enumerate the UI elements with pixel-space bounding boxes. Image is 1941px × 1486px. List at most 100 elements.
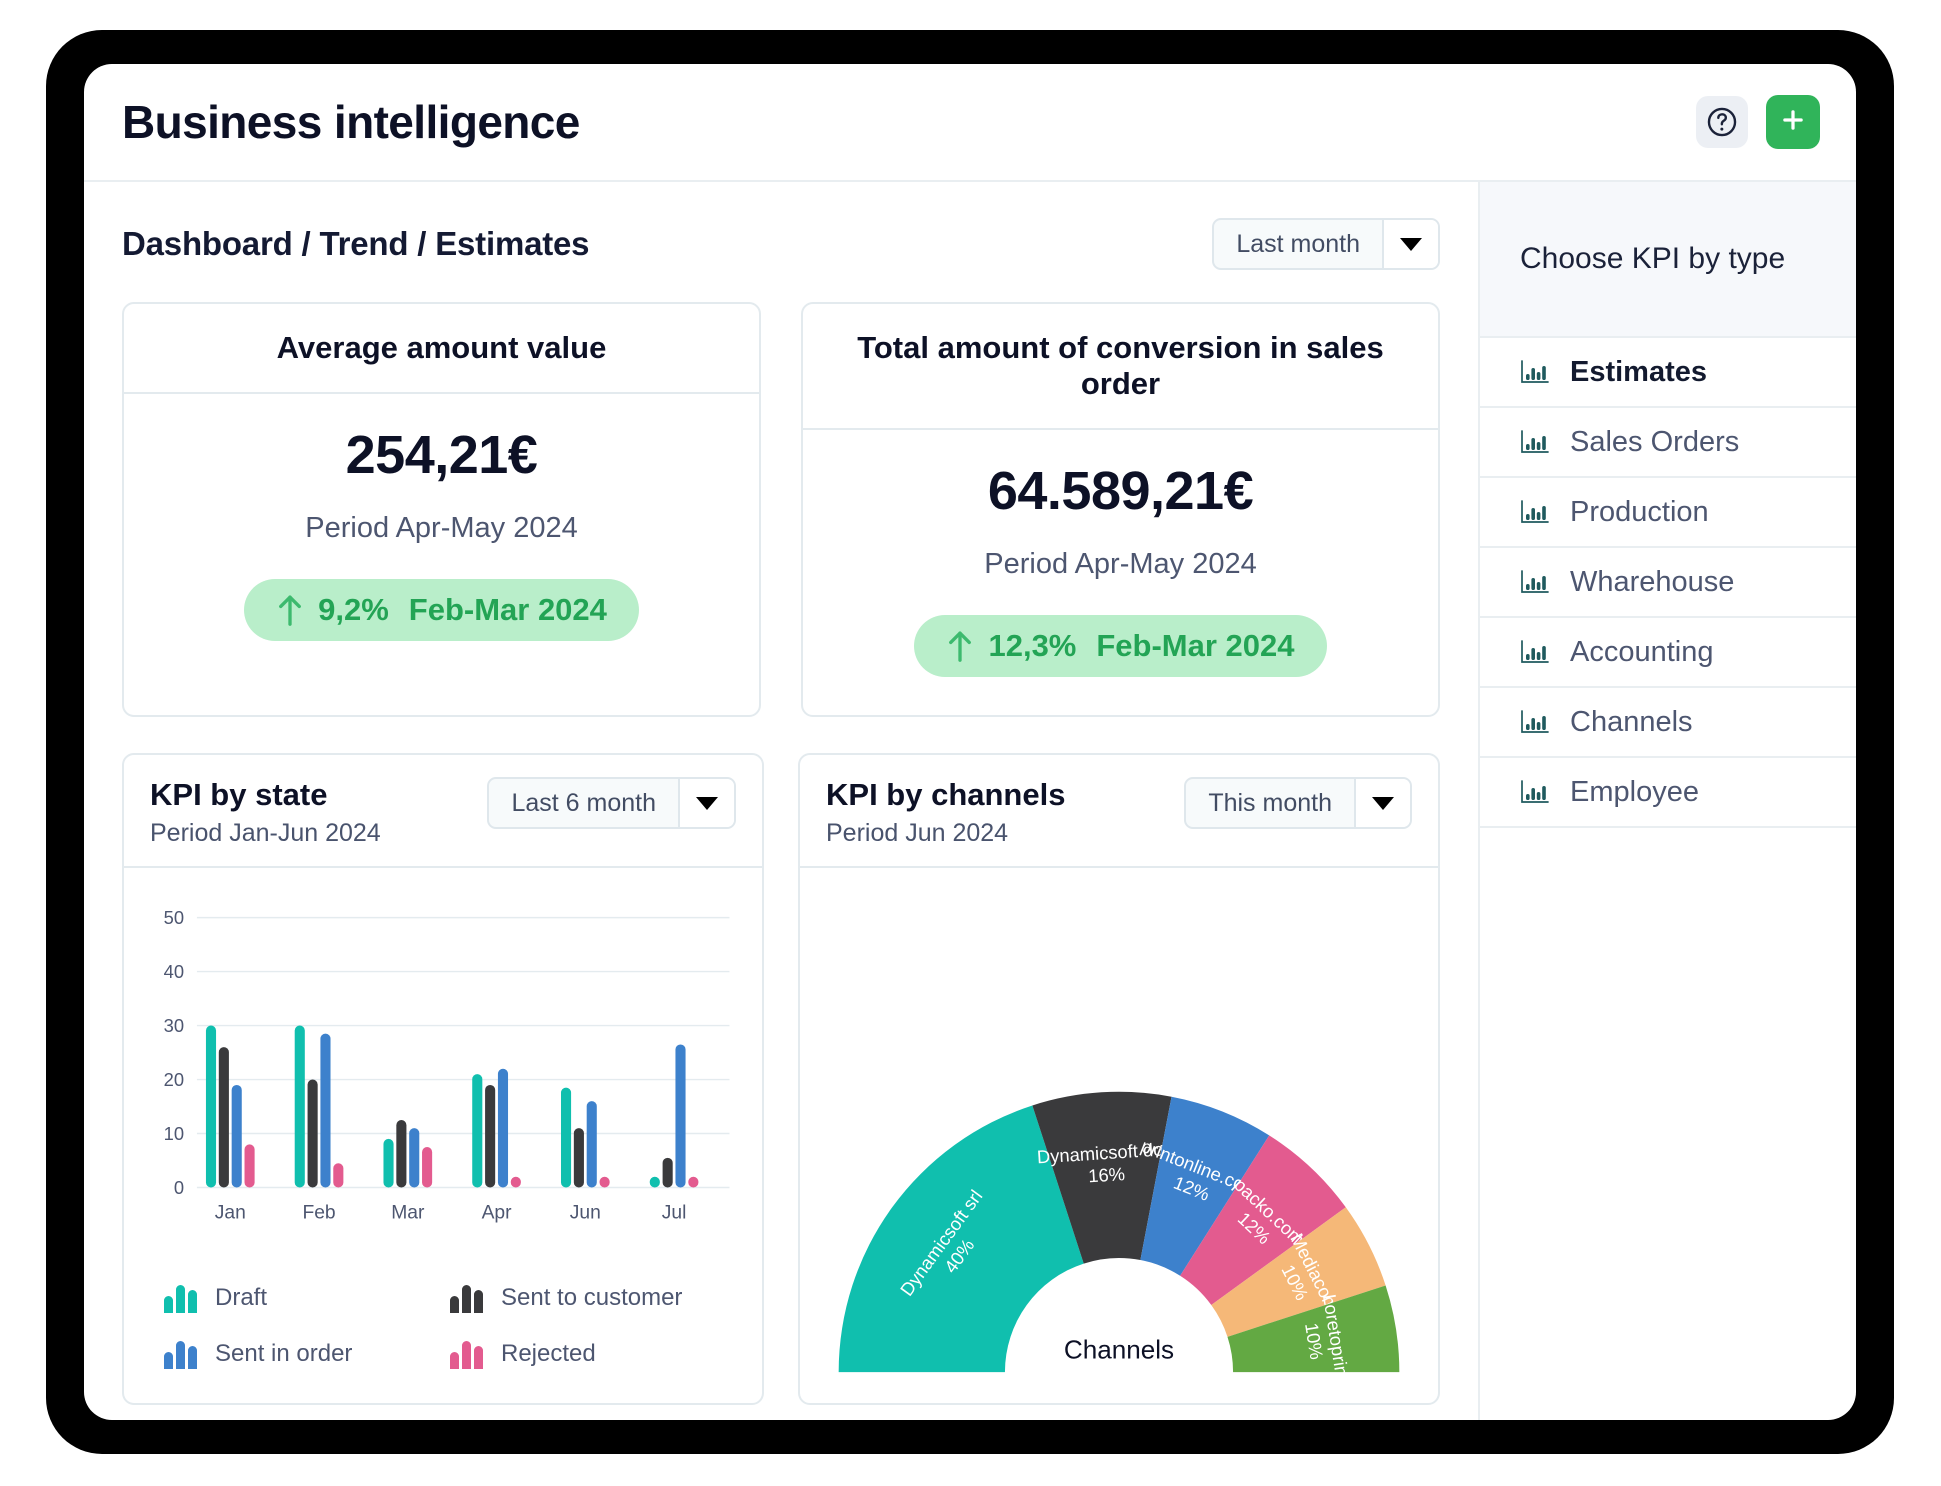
app-header: Business intelligence: [84, 64, 1856, 182]
sidebar-item-production[interactable]: Production: [1480, 478, 1856, 548]
svg-text:16%: 16%: [1088, 1163, 1126, 1186]
legend-label: Draft: [215, 1284, 268, 1311]
sidebar-item-label: Channels: [1570, 705, 1693, 738]
sidebar-item-sales-orders[interactable]: Sales Orders: [1480, 408, 1856, 478]
card-title: KPI by state: [150, 777, 328, 812]
kpi-card: Average amount value 254,21€ Period Apr-Ma…: [122, 302, 761, 717]
bar-chart-range-select[interactable]: Last 6 month: [487, 777, 736, 829]
sidebar-header: Choose KPI by type: [1480, 182, 1856, 338]
main-content: Dashboard / Trend / Estimates Last month…: [84, 182, 1478, 1420]
svg-text:Jan: Jan: [215, 1203, 246, 1224]
svg-text:10: 10: [164, 1123, 184, 1144]
svg-text:Feb: Feb: [302, 1203, 335, 1224]
svg-text:Jul: Jul: [662, 1203, 687, 1224]
bar-chart-icon: [1520, 429, 1550, 455]
card-body: 0 10 20 30 40 50 Jan Feb Mar Apr Jun Jul Draft Sent …: [124, 868, 762, 1403]
legend-item[interactable]: Sent to customer: [450, 1283, 736, 1313]
card-title: KPI by channels: [826, 777, 1066, 812]
svg-text:Mar: Mar: [391, 1203, 425, 1224]
period-filter-select[interactable]: Last month: [1212, 218, 1440, 270]
kpi-card-header: Average amount value: [124, 304, 759, 394]
kpi-period: Period Apr-May 2024: [984, 548, 1257, 580]
bar-chart-icon: [1520, 779, 1550, 805]
sidebar-item-label: Sales Orders: [1570, 425, 1740, 458]
legend-item[interactable]: Rejected: [450, 1339, 736, 1369]
svg-text:20: 20: [164, 1069, 184, 1090]
bar-glyph-icon: [450, 1339, 483, 1369]
sidebar-item-label: Employee: [1570, 775, 1699, 808]
svg-text:30: 30: [164, 1015, 184, 1036]
chevron-down-icon[interactable]: [1354, 779, 1410, 827]
kpi-by-state-card: KPI by state Period Jan-Jun 2024 Last 6 …: [122, 753, 764, 1405]
kpi-value: 64.589,21€: [987, 461, 1254, 521]
kpi-card-body: 64.589,21€ Period Apr-May 2024 12,3% Feb-Ma…: [803, 430, 1438, 715]
sidebar-item-employee[interactable]: Employee: [1480, 758, 1856, 828]
sidebar-item-label: Estimates: [1570, 355, 1708, 388]
sidebar-item-label: Wharehouse: [1570, 565, 1735, 598]
donut-chart-range-select[interactable]: This month: [1184, 777, 1412, 829]
half-donut-svg: Dynamicsoft srl40%Dynamicsoft doo16% prin…: [838, 1091, 1400, 1383]
bar-glyph-icon: [450, 1283, 483, 1313]
arrow-up-icon: [276, 592, 304, 628]
bar-chart-icon: [1520, 639, 1550, 665]
card-subtitle: Period Jun 2024: [826, 819, 1009, 847]
kpi-card-header: Total amount of conversion in sales orde…: [803, 304, 1438, 430]
svg-text:Apr: Apr: [482, 1203, 513, 1224]
svg-text:50: 50: [164, 907, 184, 928]
legend-item[interactable]: Draft: [164, 1283, 450, 1313]
kpi-card-title: Total amount of conversion in sales orde…: [857, 330, 1384, 401]
header-actions: [1696, 95, 1820, 149]
card-subtitle: Period Jan-Jun 2024: [150, 819, 381, 847]
breadcrumb: Dashboard / Trend / Estimates: [122, 225, 590, 262]
bar-chart-icon: [1520, 569, 1550, 595]
card-header: KPI by channels Period Jun 2024 This mon…: [800, 755, 1438, 868]
bar-glyph-icon: [164, 1283, 197, 1313]
breadcrumb-row: Dashboard / Trend / Estimates Last month: [122, 218, 1440, 270]
kpi-card-title: Average amount value: [276, 330, 607, 365]
bar-chart-icon: [1520, 359, 1550, 385]
bar-glyph-icon: [164, 1339, 197, 1369]
sidebar-item-accounting[interactable]: Accounting: [1480, 618, 1856, 688]
donut-chart-range-value: This month: [1208, 788, 1332, 817]
kpi-delta-badge: 12,3% Feb-Mar 2024: [914, 615, 1327, 677]
card-header: KPI by state Period Jan-Jun 2024 Last 6 …: [124, 755, 762, 868]
half-donut-chart: Dynamicsoft srl 40% Dynamicsoft doo 16% prin…: [800, 868, 1438, 1403]
kpi-value: 254,21€: [345, 425, 538, 485]
kpi-cards-row: Average amount value 254,21€ Period Apr-Ma…: [122, 302, 1440, 717]
kpi-delta-badge: 9,2% Feb-Mar 2024: [244, 579, 639, 641]
arrow-up-icon: [946, 628, 974, 664]
donut-center-label: Channels: [1064, 1335, 1174, 1365]
svg-text:Jun: Jun: [570, 1203, 601, 1224]
sidebar-header-label: Choose KPI by type: [1520, 242, 1786, 275]
bar-chart-legend: Draft Sent to customer Sent in order Reject…: [124, 1263, 762, 1403]
help-button[interactable]: [1696, 96, 1748, 148]
kpi-by-channels-card: KPI by channels Period Jun 2024 This mon…: [798, 753, 1440, 1405]
sidebar-item-estimates[interactable]: Estimates: [1480, 338, 1856, 408]
svg-text:0: 0: [174, 1177, 184, 1198]
kpi-card: Total amount of conversion in sales orde…: [801, 302, 1440, 717]
question-circle-icon: [1705, 105, 1739, 139]
bar-chart: 0 10 20 30 40 50 Jan Feb Mar Apr Jun Jul: [124, 868, 762, 1263]
kpi-delta-period: Feb-Mar 2024: [408, 592, 607, 627]
bar-chart-icon: [1520, 499, 1550, 525]
add-button[interactable]: [1766, 95, 1820, 149]
legend-item[interactable]: Sent in order: [164, 1339, 450, 1369]
svg-text:40: 40: [164, 961, 184, 982]
bar-chart-icon: [1520, 709, 1550, 735]
sidebar-item-wharehouse[interactable]: Wharehouse: [1480, 548, 1856, 618]
sidebar-item-channels[interactable]: Channels: [1480, 688, 1856, 758]
legend-label: Sent in order: [215, 1340, 353, 1367]
period-filter-value: Last month: [1236, 229, 1360, 258]
bar-chart-svg: 0 10 20 30 40 50 Jan Feb Mar Apr Jun Jul: [164, 907, 730, 1224]
app-body: Dashboard / Trend / Estimates Last month…: [84, 182, 1856, 1420]
legend-label: Rejected: [501, 1340, 596, 1367]
chevron-down-icon[interactable]: [678, 779, 734, 827]
card-body: Dynamicsoft srl 40% Dynamicsoft doo 16% prin…: [800, 868, 1438, 1403]
kpi-type-sidebar: Choose KPI by type Estimates Sales Orders…: [1478, 182, 1856, 1420]
kpi-delta-pct: 12,3%: [988, 628, 1077, 663]
kpi-delta-pct: 9,2%: [318, 592, 389, 627]
page-title: Business intelligence: [122, 96, 580, 148]
chevron-down-icon[interactable]: [1382, 220, 1438, 268]
charts-row: KPI by state Period Jan-Jun 2024 Last 6 …: [122, 753, 1440, 1405]
kpi-delta-period: Feb-Mar 2024: [1096, 628, 1295, 663]
